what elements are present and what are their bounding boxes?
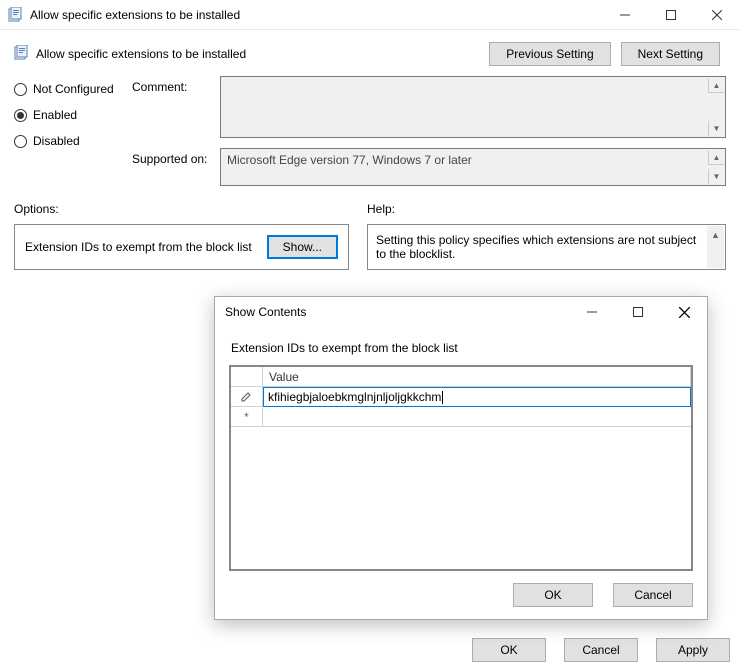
grid-cell-value[interactable]: kfihiegbjaloebkmglnjnljoljgkkchm — [263, 387, 691, 407]
help-text: Setting this policy specifies which exte… — [376, 233, 696, 261]
grid-corner — [231, 367, 263, 387]
text-caret — [442, 391, 443, 404]
column-header-value[interactable]: Value — [263, 367, 691, 387]
main-titlebar: Allow specific extensions to be installe… — [0, 0, 740, 30]
ok-button[interactable]: OK — [472, 638, 546, 662]
scroll-down-icon[interactable]: ▼ — [708, 121, 724, 136]
dialog-footer: OK Cancel — [215, 575, 707, 619]
supported-on-text: Microsoft Edge version 77, Windows 7 or … — [227, 153, 472, 167]
scroll-up-icon[interactable]: ▲ — [708, 78, 724, 93]
radio-not-configured[interactable]: Not Configured — [14, 82, 132, 96]
grid-row[interactable]: kfihiegbjaloebkmglnjnljoljgkkchm — [231, 387, 691, 407]
supported-on-box: Microsoft Edge version 77, Windows 7 or … — [220, 148, 726, 186]
window-buttons — [602, 0, 740, 29]
dialog-ok-button[interactable]: OK — [513, 583, 593, 607]
value-grid[interactable]: Value kfihiegbjaloebkmglnjnljoljgkkchm * — [229, 365, 693, 571]
radio-icon — [14, 135, 27, 148]
show-contents-dialog: Show Contents Extension IDs to exempt fr… — [214, 296, 708, 620]
state-radios: Not Configured Enabled Disabled — [14, 76, 132, 196]
grid-row[interactable]: * — [231, 407, 691, 427]
radio-enabled[interactable]: Enabled — [14, 108, 132, 122]
help-label: Help: — [367, 202, 726, 216]
comment-textarea[interactable]: ▲ ▼ — [220, 76, 726, 138]
radio-icon — [14, 109, 27, 122]
radio-icon — [14, 83, 27, 96]
policy-icon — [14, 45, 30, 64]
show-button[interactable]: Show... — [267, 235, 338, 259]
apply-button[interactable]: Apply — [656, 638, 730, 662]
radio-label: Enabled — [33, 108, 77, 122]
policy-name: Allow specific extensions to be installe… — [36, 47, 246, 61]
main-footer: OK Cancel Apply — [462, 638, 730, 662]
scroll-up-icon[interactable]: ▲ — [708, 150, 724, 165]
window-title: Allow specific extensions to be installe… — [30, 8, 602, 22]
supported-label: Supported on: — [132, 148, 220, 186]
radio-label: Not Configured — [33, 82, 114, 96]
comment-label: Comment: — [132, 76, 220, 138]
grid-cell-value[interactable] — [263, 407, 691, 427]
option-item-label: Extension IDs to exempt from the block l… — [25, 240, 252, 254]
scroll-down-icon[interactable]: ▼ — [708, 169, 724, 184]
maximize-button[interactable] — [648, 0, 694, 29]
help-scrollbar[interactable]: ▲ — [707, 226, 724, 268]
subheader: Allow specific extensions to be installe… — [0, 30, 740, 66]
dialog-maximize-button[interactable] — [615, 297, 661, 327]
radio-label: Disabled — [33, 134, 80, 148]
next-setting-button[interactable]: Next Setting — [621, 42, 720, 66]
dialog-heading: Extension IDs to exempt from the block l… — [231, 341, 693, 355]
minimize-button[interactable] — [602, 0, 648, 29]
cancel-button[interactable]: Cancel — [564, 638, 638, 662]
dialog-title: Show Contents — [225, 305, 569, 319]
options-label: Options: — [14, 202, 349, 216]
dialog-cancel-button[interactable]: Cancel — [613, 583, 693, 607]
row-marker-new-icon: * — [231, 407, 263, 427]
help-panel: Setting this policy specifies which exte… — [367, 224, 726, 270]
radio-disabled[interactable]: Disabled — [14, 134, 132, 148]
close-button[interactable] — [694, 0, 740, 29]
options-panel: Extension IDs to exempt from the block l… — [14, 224, 349, 270]
dialog-minimize-button[interactable] — [569, 297, 615, 327]
cell-text: kfihiegbjaloebkmglnjnljoljgkkchm — [268, 390, 441, 404]
dialog-titlebar: Show Contents — [215, 297, 707, 327]
previous-setting-button[interactable]: Previous Setting — [489, 42, 610, 66]
row-marker-edit-icon — [231, 387, 263, 407]
dialog-close-button[interactable] — [661, 297, 707, 327]
scroll-up-icon[interactable]: ▲ — [707, 226, 724, 243]
policy-icon — [8, 7, 24, 23]
